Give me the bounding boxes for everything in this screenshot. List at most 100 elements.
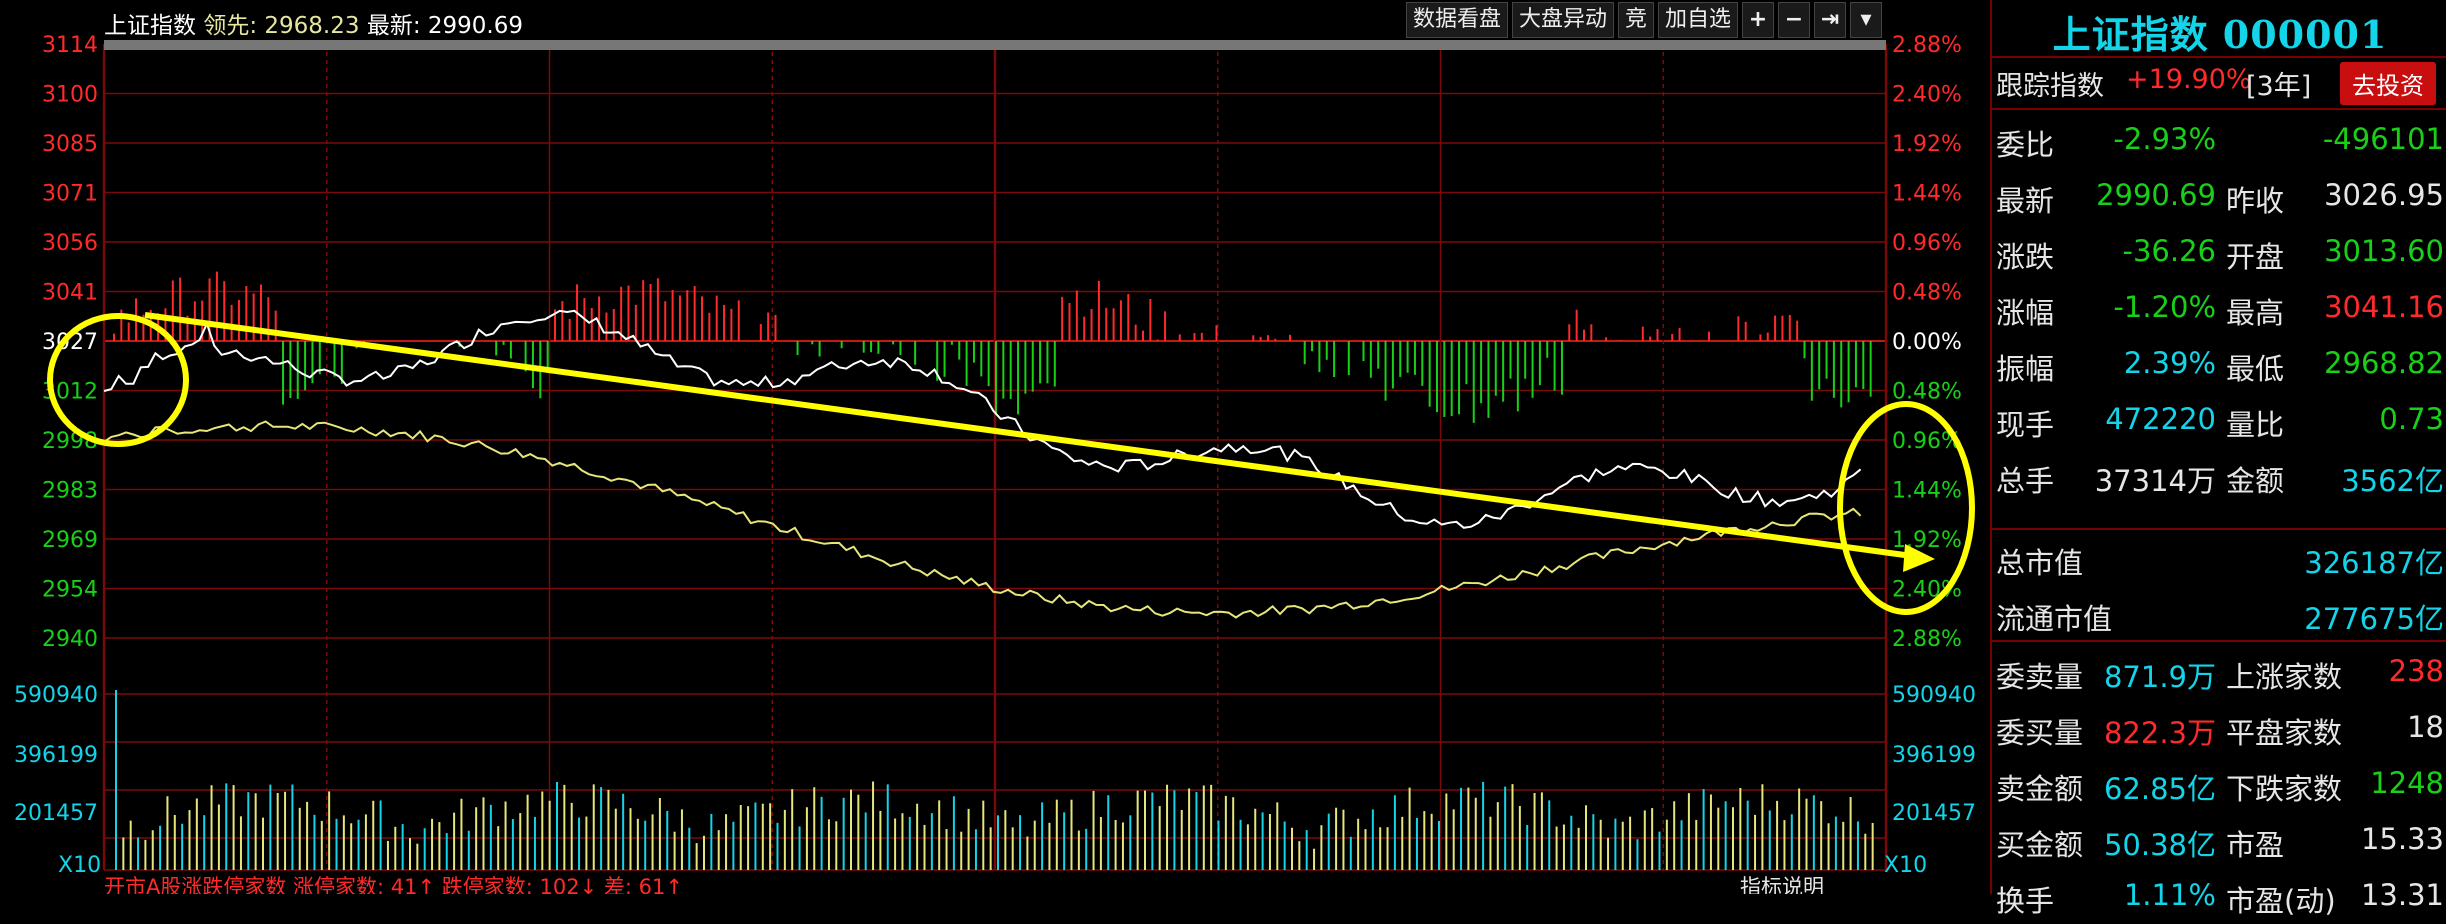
order-value: 822.3万 bbox=[2103, 716, 2216, 750]
order-value: 871.9万 bbox=[2103, 660, 2216, 694]
percent-tick-label: 1.44% bbox=[1892, 479, 1962, 504]
chart-grid bbox=[102, 40, 1888, 871]
order-row: 买金额 50.38亿 市盈 15.33 bbox=[1992, 812, 2446, 868]
percent-tick-label: 0.00% bbox=[1892, 330, 1962, 355]
volume-tick-label: 590940 bbox=[14, 683, 98, 708]
quote-value: -36.26 bbox=[2122, 234, 2217, 268]
order-label-2: 上涨家数 bbox=[2226, 660, 2343, 694]
order-label-2: 市盈(动) bbox=[2226, 884, 2336, 918]
volume-tick-label-right: 590940 bbox=[1892, 683, 1976, 708]
quote-label-2: 最高 bbox=[2226, 296, 2285, 330]
order-value-2: 1248 bbox=[2370, 766, 2444, 800]
quote-value: -1.20% bbox=[2113, 290, 2216, 324]
volume-tick-label-right: 396199 bbox=[1892, 743, 1976, 768]
quote-value-2: 3026.95 bbox=[2324, 178, 2444, 212]
quote-value: 2990.69 bbox=[2096, 178, 2216, 212]
quote-value: 37314万 bbox=[2094, 464, 2216, 498]
quote-label: 涨幅 bbox=[1996, 296, 2055, 330]
quote-value-2: 3562亿 bbox=[2341, 464, 2444, 498]
price-tick-label: 2940 bbox=[42, 627, 98, 652]
order-label-2: 平盘家数 bbox=[2226, 716, 2343, 750]
price-tick-label: 3056 bbox=[42, 231, 98, 256]
track-change: +19.90% bbox=[2126, 64, 2252, 95]
quote-panel: 上证指数 000001 跟踪指数 +19.90% [3年] 去投资 委比 -2.9… bbox=[1990, 0, 2446, 918]
quote-row: 振幅 2.39% 最低 2968.82 bbox=[1992, 336, 2446, 392]
market-cap-row: 总市值 326187亿 bbox=[1992, 530, 2446, 586]
quote-value: 472220 bbox=[2105, 402, 2216, 436]
price-tick-label: 3041 bbox=[42, 281, 98, 306]
quote-label-2: 量比 bbox=[2226, 408, 2285, 442]
order-value: 1.11% bbox=[2123, 878, 2216, 912]
quote-label-2: 昨收 bbox=[2226, 184, 2285, 218]
quote-label: 总手 bbox=[1996, 464, 2055, 498]
panel-title: 上证指数 000001 bbox=[2052, 12, 2388, 57]
order-row: 委卖量 871.9万 上涨家数 238 bbox=[1992, 644, 2446, 700]
order-label-2: 下跌家数 bbox=[2226, 772, 2343, 806]
order-value-2: 15.33 bbox=[2360, 822, 2444, 856]
quote-label: 最新 bbox=[1996, 184, 2055, 218]
percent-tick-label: 1.92% bbox=[1892, 528, 1962, 553]
quote-value-2: 2968.82 bbox=[2324, 346, 2444, 380]
volume-tick-label: 396199 bbox=[14, 743, 98, 768]
order-row: 卖金额 62.85亿 下跌家数 1248 bbox=[1992, 756, 2446, 812]
order-label: 卖金额 bbox=[1996, 772, 2084, 806]
price-tick-label: 3114 bbox=[42, 33, 98, 58]
percent-tick-label: 1.44% bbox=[1892, 182, 1962, 207]
status-right-text: 指标说明 bbox=[1740, 875, 1824, 894]
quote-row: 委比 -2.93% -496101 bbox=[1992, 112, 2446, 168]
volume-multiplier-label-right: X10 bbox=[1884, 853, 1927, 878]
percent-tick-label: 0.48% bbox=[1892, 281, 1962, 306]
percent-tick-label: 2.88% bbox=[1892, 627, 1962, 652]
price-tick-label: 2983 bbox=[42, 479, 98, 504]
volume-tick-label-right: 201457 bbox=[1892, 801, 1976, 826]
order-label: 委买量 bbox=[1996, 716, 2084, 750]
float-cap-value: 277675亿 bbox=[2304, 602, 2444, 636]
order-label-2: 市盈 bbox=[2226, 828, 2285, 862]
market-cap-value: 326187亿 bbox=[2304, 546, 2444, 580]
order-value-2: 238 bbox=[2388, 654, 2444, 688]
quote-value-2: 3041.16 bbox=[2324, 290, 2444, 324]
invest-button[interactable]: 去投资 bbox=[2340, 62, 2436, 105]
volume-tick-label: 201457 bbox=[14, 801, 98, 826]
order-value-2: 18 bbox=[2407, 710, 2444, 744]
quote-row: 总手 37314万 金额 3562亿 bbox=[1992, 448, 2446, 504]
quote-label: 委比 bbox=[1996, 128, 2055, 162]
order-value: 50.38亿 bbox=[2103, 828, 2216, 862]
divider bbox=[1992, 640, 2446, 642]
market-cap-label: 总市值 bbox=[1996, 546, 2084, 580]
quote-label-2: 最低 bbox=[2226, 352, 2285, 386]
price-tick-label: 3100 bbox=[42, 83, 98, 108]
float-cap-label: 流通市值 bbox=[1996, 602, 2113, 636]
time-scale-strip bbox=[104, 40, 1886, 50]
quote-label-2: 金额 bbox=[2226, 464, 2285, 498]
quote-row: 现手 472220 量比 0.73 bbox=[1992, 392, 2446, 448]
track-period: [3年] bbox=[2246, 71, 2312, 102]
price-axis-left: 3114310030853071305630413027301229982983… bbox=[42, 33, 98, 652]
intraday-chart-area[interactable]: 上证指数 领先: 2968.23 最新: 2990.69 数据看盘 大盘异动 竞… bbox=[0, 0, 1990, 894]
order-label: 换手 bbox=[1996, 884, 2055, 918]
status-left-text: 开市A股涨跌停家数 涨停家数: 41↑ 跌停家数: 102↓ 差: 61↑ bbox=[104, 875, 683, 894]
price-volume-chart[interactable]: 3114310030853071305630413027301229982983… bbox=[0, 0, 1990, 894]
quote-label: 振幅 bbox=[1996, 352, 2055, 386]
quote-value-2: -496101 bbox=[2322, 122, 2444, 156]
price-tick-label: 3071 bbox=[42, 182, 98, 207]
order-row: 委买量 822.3万 平盘家数 18 bbox=[1992, 700, 2446, 756]
quote-row: 涨跌 -36.26 开盘 3013.60 bbox=[1992, 224, 2446, 280]
order-value: 62.85亿 bbox=[2103, 772, 2216, 806]
track-label: 跟踪指数 bbox=[1996, 71, 2104, 102]
percent-tick-label: 0.96% bbox=[1892, 231, 1962, 256]
order-row: 换手 1.11% 市盈(动) 13.31 bbox=[1992, 868, 2446, 924]
float-cap-row: 流通市值 277675亿 bbox=[1992, 586, 2446, 642]
price-tick-label: 3085 bbox=[42, 132, 98, 157]
divider bbox=[1992, 108, 2446, 110]
order-label: 委卖量 bbox=[1996, 660, 2084, 694]
quote-label-2: 开盘 bbox=[2226, 240, 2285, 274]
percent-tick-label: 2.40% bbox=[1892, 83, 1962, 108]
price-tick-label: 2954 bbox=[42, 578, 98, 603]
percent-tick-label: 1.92% bbox=[1892, 132, 1962, 157]
order-label: 买金额 bbox=[1996, 828, 2084, 862]
percent-tick-label: 2.88% bbox=[1892, 33, 1962, 58]
order-value-2: 13.31 bbox=[2360, 878, 2444, 912]
track-index-row: 跟踪指数 +19.90% [3年] 去投资 bbox=[1992, 58, 2446, 106]
quote-row: 涨幅 -1.20% 最高 3041.16 bbox=[1992, 280, 2446, 336]
